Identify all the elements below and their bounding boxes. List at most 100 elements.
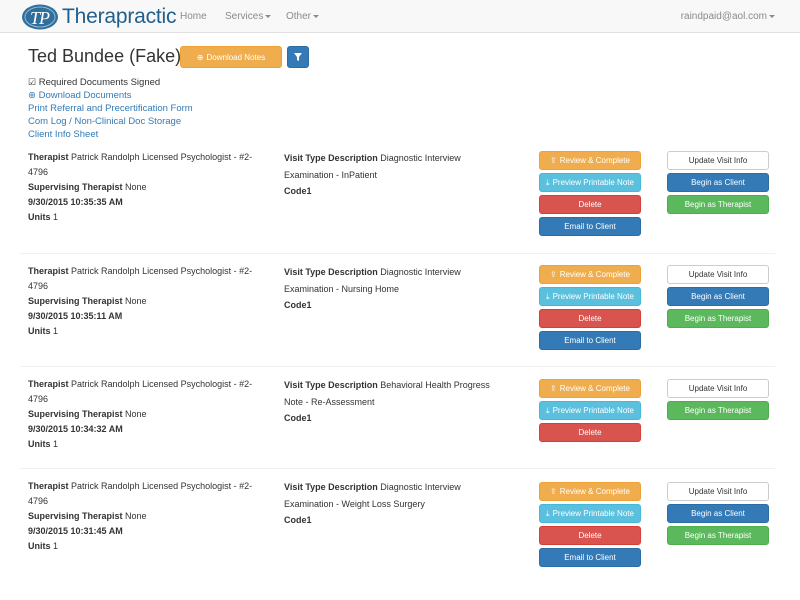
visit-code: Code1 (284, 186, 312, 196)
download-icon: ⤓ (546, 405, 550, 415)
visit-type-value-cont: Examination - InPatient (284, 169, 378, 180)
caret-down-icon (769, 14, 775, 18)
email-client-button[interactable]: Email to Client (539, 331, 641, 350)
client-name: Ted Bundee (Fake) (28, 46, 182, 66)
units-value: 1 (53, 326, 59, 336)
begin-therapist-label: Begin as Therapist (684, 200, 752, 209)
delete-button[interactable]: Delete (539, 195, 641, 214)
download-icon: ⤓ (546, 177, 550, 187)
required-docs-row: ☑ Required Documents Signed (28, 76, 193, 89)
preview-printable-button[interactable]: ⤓ Preview Printable Note (539, 504, 641, 523)
therapist-name: Patrick Randolph Licensed Psychologist -… (71, 379, 253, 389)
print-referral-link[interactable]: Print Referral and Precertification Form (28, 103, 193, 114)
nav-other[interactable]: Other (286, 11, 320, 22)
therapist-label: Therapist (28, 266, 69, 276)
supervising-label: Supervising Therapist (28, 409, 123, 419)
email-client-button[interactable]: Email to Client (539, 217, 641, 236)
begin-therapist-button[interactable]: Begin as Therapist (667, 401, 769, 420)
visit-type-label: Visit Type Description (284, 380, 378, 390)
therapist-block: Therapist Patrick Randolph Licensed Psyc… (28, 479, 268, 554)
update-visit-button[interactable]: Update Visit Info (667, 482, 769, 501)
delete-button[interactable]: Delete (539, 423, 641, 442)
preview-printable-label: Preview Printable Note (552, 292, 634, 301)
update-visit-label: Update Visit Info (688, 270, 748, 279)
delete-label: Delete (578, 531, 602, 540)
units-label: Units (28, 212, 51, 222)
delete-button[interactable]: Delete (539, 526, 641, 545)
review-complete-button[interactable]: ⇪ Review & Complete (539, 265, 641, 284)
visit-datetime: 9/30/2015 10:34:32 AM (28, 424, 123, 434)
nav-services[interactable]: Services (225, 11, 272, 22)
units-value: 1 (53, 541, 59, 551)
navbar: T P Therapractic Home Services Other rai… (0, 0, 800, 33)
download-notes-button[interactable]: ⊕ Download Notes (180, 46, 282, 68)
user-menu[interactable]: raindpaid@aol.com (681, 11, 775, 22)
units-value: 1 (53, 212, 59, 222)
email-client-button[interactable]: Email to Client (539, 548, 641, 567)
upload-icon: ⇪ (550, 156, 557, 165)
begin-therapist-button[interactable]: Begin as Therapist (667, 526, 769, 545)
download-documents-link[interactable]: ⊕ Download Documents (28, 90, 132, 101)
download-notes-label: Download Notes (206, 52, 266, 62)
brand[interactable]: T P Therapractic (20, 2, 177, 31)
email-client-label: Email to Client (564, 553, 616, 562)
visit-type-value-cont: Examination - Nursing Home (284, 283, 400, 294)
visit-type-value: Diagnostic Interview (380, 153, 461, 163)
visit-code: Code1 (284, 300, 312, 310)
client-links: ☑ Required Documents Signed ⊕ Download D… (28, 76, 193, 141)
delete-label: Delete (578, 200, 602, 209)
units-label: Units (28, 541, 51, 551)
review-complete-button[interactable]: ⇪ Review & Complete (539, 482, 641, 501)
begin-client-button[interactable]: Begin as Client (667, 287, 769, 306)
svg-text:P: P (38, 8, 50, 28)
visit-datetime: 9/30/2015 10:35:11 AM (28, 311, 123, 321)
client-info-sheet-link[interactable]: Client Info Sheet (28, 129, 98, 140)
user-email: raindpaid@aol.com (680, 11, 767, 22)
email-client-label: Email to Client (564, 222, 616, 231)
visit-code: Code1 (284, 413, 312, 423)
visit-type-label: Visit Type Description (284, 482, 378, 492)
filter-button[interactable] (287, 46, 309, 68)
update-visit-label: Update Visit Info (688, 156, 748, 165)
download-circle-icon: ⊕ (196, 52, 204, 62)
visit-type-block: Visit Type Description Diagnostic Interv… (284, 264, 514, 314)
visit-type-value-cont: Examination - Weight Loss Surgery (284, 498, 425, 509)
update-visit-button[interactable]: Update Visit Info (667, 151, 769, 170)
filter-icon (294, 53, 302, 61)
begin-client-button[interactable]: Begin as Client (667, 504, 769, 523)
begin-client-label: Begin as Client (691, 509, 745, 518)
caret-down-icon (265, 14, 272, 18)
begin-therapist-button[interactable]: Begin as Therapist (667, 195, 769, 214)
upload-icon: ⇪ (550, 270, 557, 279)
therapist-name: Patrick Randolph Licensed Psychologist -… (71, 481, 253, 491)
supervising-value: None (125, 511, 147, 521)
therapist-block: Therapist Patrick Randolph Licensed Psyc… (28, 264, 268, 339)
preview-printable-label: Preview Printable Note (552, 406, 634, 415)
review-complete-label: Review & Complete (559, 156, 630, 165)
therapist-license: 4796 (28, 167, 49, 177)
preview-printable-button[interactable]: ⤓ Preview Printable Note (539, 173, 641, 192)
therapist-name: Patrick Randolph Licensed Psychologist -… (71, 152, 253, 162)
required-docs-label: Required Documents Signed (38, 77, 161, 88)
review-complete-button[interactable]: ⇪ Review & Complete (539, 151, 641, 170)
preview-printable-label: Preview Printable Note (552, 178, 634, 187)
preview-printable-button[interactable]: ⤓ Preview Printable Note (539, 287, 641, 306)
begin-client-button[interactable]: Begin as Client (667, 173, 769, 192)
update-visit-button[interactable]: Update Visit Info (667, 265, 769, 284)
visit-type-block: Visit Type Description Behavioral Health… (284, 377, 514, 427)
delete-label: Delete (578, 314, 602, 323)
delete-button[interactable]: Delete (539, 309, 641, 328)
com-log-link[interactable]: Com Log / Non-Clinical Doc Storage (28, 116, 181, 127)
update-visit-button[interactable]: Update Visit Info (667, 379, 769, 398)
begin-client-label: Begin as Client (691, 292, 745, 301)
review-complete-button[interactable]: ⇪ Review & Complete (539, 379, 641, 398)
download-icon: ⤓ (546, 508, 550, 518)
visit-type-value: Behavioral Health Progress (380, 380, 490, 390)
review-complete-label: Review & Complete (559, 487, 630, 496)
begin-therapist-label: Begin as Therapist (684, 531, 752, 540)
download-documents-row: ⊕ Download Documents (28, 89, 193, 102)
therapist-name: Patrick Randolph Licensed Psychologist -… (71, 266, 253, 276)
begin-therapist-button[interactable]: Begin as Therapist (667, 309, 769, 328)
preview-printable-button[interactable]: ⤓ Preview Printable Note (539, 401, 641, 420)
nav-home[interactable]: Home (180, 11, 207, 22)
